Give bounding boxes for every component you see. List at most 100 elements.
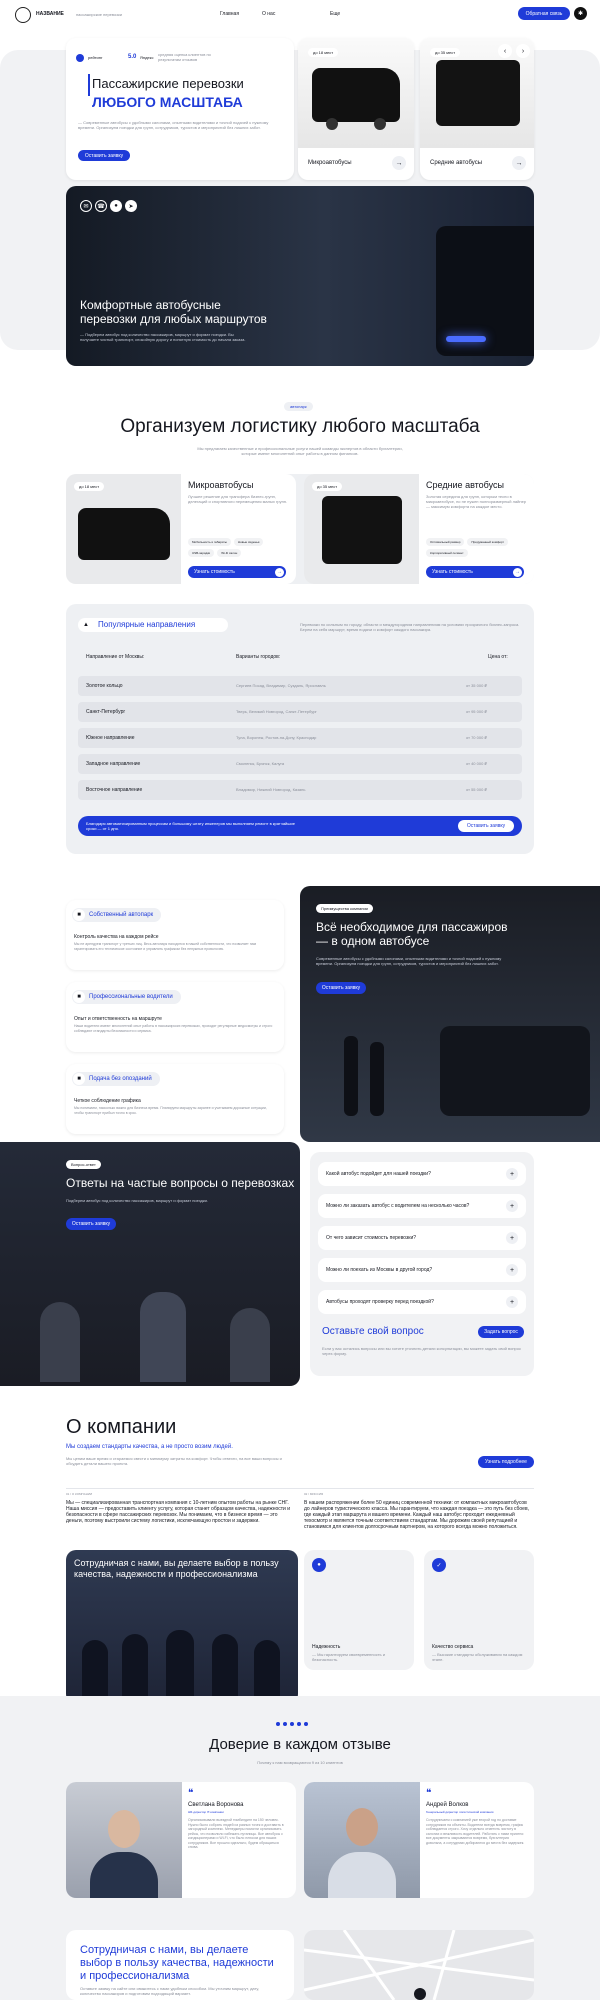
mail-icon[interactable]: ✉ (80, 200, 92, 212)
route-icon: ▲ (81, 620, 91, 630)
divider (66, 1488, 534, 1489)
bus-shape (436, 60, 520, 126)
next-icon[interactable]: › (516, 44, 530, 58)
price-button[interactable]: Узнать стоимость → (426, 566, 524, 578)
route-cities: Сергиев Посад, Владимир, Суздаль, Яросла… (236, 683, 326, 688)
route-row[interactable]: Южное направление Тула, Воронеж, Ростов-… (78, 728, 522, 748)
bus-card-mini[interactable]: до 18 мест Микроавтобусы → (298, 38, 414, 180)
route-row[interactable]: Санкт-Петербург Тверь, Великий Новгород,… (78, 702, 522, 722)
arrow-icon: → (275, 567, 284, 577)
about-sub: Мы создаем стандарты качества, а не прос… (66, 1444, 233, 1450)
map[interactable] (304, 1930, 534, 2000)
faq-item[interactable]: Какой автобус подойдет для нашей поездки… (318, 1162, 526, 1186)
logistics-tag: автопарк (284, 402, 313, 411)
routes-footer: Благодаря автоматизированным процессам и… (78, 816, 522, 836)
advantage-desc: Современные автобусы с удобными салонами… (316, 956, 502, 966)
nav-about[interactable]: О нас (262, 11, 275, 17)
plus-icon[interactable]: + (506, 1264, 518, 1276)
faq-item[interactable]: Можно ли заказать автобус с водителем на… (318, 1194, 526, 1218)
chip: Мобильность и габариты (188, 538, 231, 546)
bus-shape (312, 68, 400, 122)
col-direction: Направление от Москвы: (86, 654, 145, 660)
dot (304, 1722, 308, 1726)
rating-value: 5.0 (128, 54, 137, 60)
about-cta[interactable]: Узнать подробнее (478, 1456, 534, 1468)
about-desc: Мы ценим ваше время и стараемся свести к… (66, 1456, 282, 1466)
map-pin-icon[interactable] (414, 1988, 426, 2000)
header: НАЗВАНИЕ пассажирские перевозки Главная … (0, 0, 600, 32)
route-price: от 40 000 ₽ (466, 761, 487, 766)
route-row[interactable]: Западное направление Смоленск, Брянск, К… (78, 754, 522, 774)
faq-cta[interactable]: Оставить заявку (66, 1218, 116, 1230)
plus-icon[interactable]: + (506, 1168, 518, 1180)
fleet-name: Средние автобусы (426, 480, 505, 490)
fleet-chips: Оптимальный размер Продуманный комфорт К… (426, 538, 530, 557)
faq-item[interactable]: От чего зависит стоимость перевозки? + (318, 1226, 526, 1250)
reliability-title: Надежность (312, 1644, 341, 1650)
bus-card-name: Средние автобусы (430, 160, 483, 166)
fleet-desc: Лучшее решение для трансфера бизнес-груп… (188, 494, 288, 504)
ask-title: Оставьте свой вопрос (322, 1326, 424, 1337)
plus-icon[interactable]: + (506, 1232, 518, 1244)
team-member (254, 1640, 280, 1704)
reliability-desc: — Мы гарантируем своевременность и безоп… (312, 1652, 385, 1662)
fleet-badge: до 18 мест (74, 482, 105, 491)
plus-icon[interactable]: + (506, 1296, 518, 1308)
service-title: Качество сервиса (432, 1644, 474, 1650)
ask-button[interactable]: Задать вопрос (478, 1326, 524, 1338)
passenger (140, 1292, 186, 1382)
feature-icon: ■ (73, 909, 85, 921)
bottom-desc: Оставьте заявку на сайте или свяжитесь с… (80, 1986, 260, 1996)
team-member (166, 1630, 194, 1704)
arrow-icon[interactable]: → (512, 156, 526, 170)
feedback-label: Обратная связь (525, 10, 563, 17)
route-row[interactable]: Восточное направление Владимир, Нижний Н… (78, 780, 522, 800)
route-row[interactable]: Золотое кольцо Сергиев Посад, Владимир, … (78, 676, 522, 696)
prev-icon[interactable]: ‹ (498, 44, 512, 58)
faq-item[interactable]: Можно ли поехать из Москвы в другой горо… (318, 1258, 526, 1282)
logistics-sub: Мы предлагаем качественные и профессиона… (197, 446, 403, 456)
routes-note: Перевозки по сильным по городу, области … (300, 622, 520, 632)
bus-card-mid[interactable]: до 35 мест ‹ › Средние автобусы → (420, 38, 534, 180)
routes-footer-button[interactable]: Оставить заявку (458, 820, 514, 832)
route-price: от 95 000 ₽ (466, 709, 487, 714)
telegram-icon[interactable]: ➤ (125, 200, 137, 212)
price-button-label: Узнать стоимость (432, 569, 473, 575)
reviewer-role: HR-директор IT-компании (188, 1810, 224, 1814)
team-member (122, 1634, 148, 1704)
route-cities: Владимир, Нижний Новгород, Казань (236, 787, 306, 792)
chat-icon[interactable]: ● (110, 200, 122, 212)
reviewer-body (328, 1852, 396, 1898)
feedback-button[interactable]: Обратная связь (518, 7, 570, 20)
logo-icon[interactable] (15, 7, 31, 23)
about-promo: Сотрудничая с нами, вы делаете выбор в п… (74, 1558, 279, 1579)
passenger (40, 1302, 80, 1382)
nav-more[interactable]: Еще (330, 11, 340, 17)
wheel-icon (326, 118, 338, 130)
nav-home[interactable]: Главная (220, 11, 239, 17)
plus-icon[interactable]: + (506, 1200, 518, 1212)
faq-item[interactable]: Автобусы проходят проверку перед поездко… (318, 1290, 526, 1314)
fleet-card-mid: до 35 мест Средние автобусы Золотая сере… (304, 474, 534, 584)
settings-icon[interactable]: ✱ (574, 7, 587, 20)
feature-tag: ■ Подача без опозданий (72, 1072, 160, 1086)
route-price: от 70 000 ₽ (466, 735, 487, 740)
routes-header: ▲ Популярные направления (78, 618, 228, 632)
reviews-title: Доверие в каждом отзыве (209, 1736, 391, 1753)
team-member (212, 1634, 238, 1704)
reviewer-body (90, 1852, 158, 1898)
hero-cta[interactable]: Оставить заявку (78, 150, 130, 161)
banner: ✉ ☎ ● ➤ Комфортные автобусные перевозки … (66, 186, 534, 366)
price-button[interactable]: Узнать стоимость → (188, 566, 286, 578)
routes-title: Популярные направления (98, 620, 196, 629)
hero-title-1: Пассажирские перевозки (92, 76, 244, 91)
faq-question: От чего зависит стоимость перевозки? (326, 1235, 417, 1241)
feature-heading: Опыт и ответственность на маршруте (74, 1016, 162, 1022)
quote-icon: ❝ (188, 1788, 194, 1799)
phone-icon[interactable]: ☎ (95, 200, 107, 212)
bus-shape (78, 508, 170, 560)
logo-tagline: пассажирские перевозки (76, 12, 122, 17)
arrow-icon[interactable]: → (392, 156, 406, 170)
logo-text[interactable]: НАЗВАНИЕ (36, 11, 64, 17)
advantage-cta[interactable]: Оставить заявку (316, 982, 366, 994)
